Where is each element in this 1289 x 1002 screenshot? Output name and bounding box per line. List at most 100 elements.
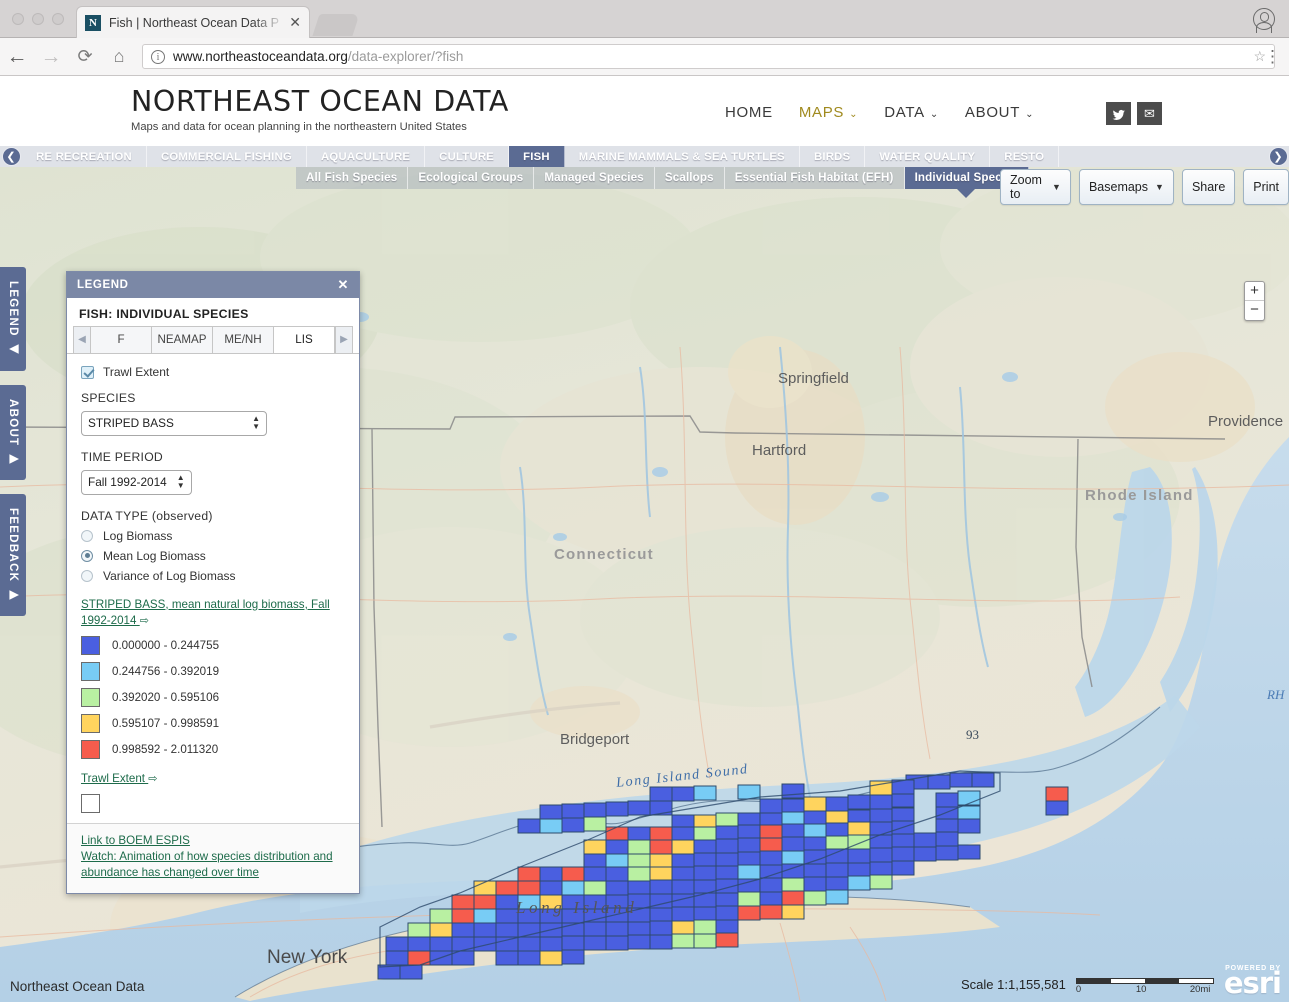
subnav-item-ecological-groups[interactable]: Ecological Groups [408, 167, 535, 189]
map-zoom-control: + − [1244, 281, 1265, 321]
nav-label: DATA [884, 104, 925, 121]
url-text: www.northeastoceandata.org/data-explorer… [173, 49, 463, 64]
map-viewport[interactable]: Springfield Hartford Providence Rhode Is… [0, 167, 1289, 1002]
zoom-out-button[interactable]: − [1245, 301, 1264, 320]
scale-tick-10: 10 [1135, 984, 1147, 995]
sector-item-marine-mammals[interactable]: MARINE MAMMALS & SEA TURTLES [565, 146, 800, 167]
legend-tab-f[interactable]: F [91, 326, 152, 353]
trawl-extent-link[interactable]: Trawl Extent ⇨ [81, 771, 345, 787]
sector-nav-prev-button[interactable]: ❮ [0, 146, 22, 167]
legend-subtitle: FISH: INDIVIDUAL SPECIES [79, 307, 249, 321]
subnav-item-essential-fish-habitat[interactable]: Essential Fish Habitat (EFH) [724, 167, 905, 189]
print-button[interactable]: Print [1243, 169, 1289, 205]
browser-menu-icon[interactable]: ⋮ [1264, 48, 1281, 65]
address-bar[interactable]: i www.northeastoceandata.org/data-explor… [142, 44, 1275, 69]
sector-item-fish[interactable]: FISH [509, 146, 565, 167]
external-link-icon: ⇨ [139, 614, 149, 627]
window-minimize-dot[interactable] [32, 13, 44, 25]
share-label: Share [1191, 180, 1226, 194]
site-favicon: N [85, 14, 101, 31]
url-domain: www.northeastoceandata.org [173, 49, 348, 64]
page-root: NORTHEAST OCEAN DATA Maps and data for o… [0, 76, 1289, 1002]
esri-wordmark: esri [1223, 966, 1282, 1001]
legend-body: Trawl Extent SPECIES STRIPED BASS ▲ ▼ TIM… [67, 354, 359, 823]
sector-item-culture[interactable]: CULTURE [425, 146, 510, 167]
subnav-item-all-fish-species[interactable]: All Fish Species [296, 167, 409, 189]
profile-icon[interactable] [1253, 8, 1275, 33]
zoom-to-button[interactable]: Zoom to ▼ [1000, 169, 1071, 205]
legend-tab-neamap[interactable]: NEAMAP [152, 326, 213, 353]
brand[interactable]: NORTHEAST OCEAN DATA Maps and data for o… [131, 85, 509, 133]
share-button[interactable]: Share [1181, 169, 1236, 205]
radio-icon[interactable] [81, 549, 93, 562]
legend-tabs-prev-button[interactable]: ◀ [73, 326, 91, 353]
legend-ramp: 0.000000 - 0.244755 0.244756 - 0.392019 … [81, 635, 345, 759]
trawl-extent-checkbox[interactable] [81, 365, 94, 379]
nav-item-data[interactable]: DATA ⌄ [884, 104, 939, 121]
esri-logo: POWERED BY esri [1223, 965, 1282, 1001]
side-tab-feedback[interactable]: FEEDBACK ▶ [0, 493, 26, 616]
info-icon[interactable]: i [151, 49, 165, 64]
sector-item-birds[interactable]: BIRDS [800, 146, 866, 167]
legend-tabs-next-button[interactable]: ▶ [335, 326, 353, 353]
primary-nav: HOME MAPS ⌄ DATA ⌄ ABOUT ⌄ [725, 104, 1034, 121]
triangle-icon: ▶ [7, 450, 19, 466]
sector-nav-next-button[interactable]: ❯ [1267, 146, 1289, 167]
twitter-icon[interactable] [1106, 102, 1131, 125]
time-period-select-value: Fall 1992-2014 [88, 475, 167, 490]
legend-swatch [81, 687, 100, 707]
spinner-icon: ▲ ▼ [252, 414, 260, 432]
radio-icon[interactable] [81, 529, 93, 542]
species-select[interactable]: STRIPED BASS ▲ ▼ [81, 411, 267, 436]
data-type-option-mean-log-biomass[interactable]: Mean Log Biomass [81, 549, 345, 563]
trawl-extent-link-text: Trawl Extent [81, 771, 145, 785]
boem-espis-link[interactable]: Link to BOEM ESPIS [81, 833, 345, 849]
triangle-icon: ◀ [7, 341, 19, 357]
radio-icon[interactable] [81, 569, 93, 582]
zoom-in-button[interactable]: + [1245, 282, 1264, 301]
forward-icon[interactable]: → [34, 45, 68, 69]
legend-tab-lis[interactable]: LIS [274, 326, 335, 353]
window-controls[interactable] [12, 13, 64, 25]
nav-item-about[interactable]: ABOUT ⌄ [965, 104, 1034, 121]
chevron-left-icon: ❮ [1, 147, 21, 166]
nav-item-home[interactable]: HOME [725, 104, 773, 121]
animation-watch-link[interactable]: Watch: Animation of how species distribu… [81, 849, 345, 881]
legend-swatch-label: 0.998592 - 2.011320 [112, 742, 219, 756]
side-tab-label: LEGEND [7, 281, 19, 337]
close-icon[interactable]: ✕ [289, 14, 301, 31]
legend-swatch [81, 661, 100, 681]
reload-icon[interactable]: ⟳ [68, 46, 102, 67]
home-icon[interactable]: ⌂ [102, 46, 136, 67]
trawl-extent-checkbox-row[interactable]: Trawl Extent [81, 365, 345, 379]
chevron-down-icon: ▼ [1155, 182, 1164, 192]
data-type-option-label: Log Biomass [103, 528, 173, 543]
basemaps-button[interactable]: Basemaps ▼ [1078, 169, 1174, 205]
data-type-option-variance-of-log-biomass[interactable]: Variance of Log Biomass [81, 569, 345, 583]
data-type-option-label: Mean Log Biomass [103, 548, 206, 563]
browser-tab[interactable]: N Fish | Northeast Ocean Data P ✕ [76, 6, 310, 38]
ramp-title-link[interactable]: STRIPED BASS, mean natural log biomass, … [81, 597, 345, 629]
sector-item-commercial-fishing[interactable]: COMMERCIAL FISHING [147, 146, 308, 167]
nav-item-maps[interactable]: MAPS ⌄ [799, 104, 858, 121]
sector-item-restoration[interactable]: RESTO [990, 146, 1060, 167]
window-close-dot[interactable] [12, 13, 24, 25]
side-tab-about[interactable]: ABOUT ▶ [0, 384, 26, 480]
new-tab-button[interactable] [312, 14, 360, 36]
sub-nav: All Fish Species Ecological Groups Manag… [0, 167, 1289, 205]
time-period-select[interactable]: Fall 1992-2014 ▲ ▼ [81, 469, 192, 495]
back-icon[interactable]: ← [0, 45, 34, 69]
legend-tab-me-nh[interactable]: ME/NH [213, 326, 274, 353]
side-tab-legend[interactable]: LEGEND ◀ [0, 267, 26, 371]
email-icon[interactable]: ✉ [1137, 102, 1162, 125]
subnav-item-managed-species[interactable]: Managed Species [534, 167, 655, 189]
sector-item-aquaculture[interactable]: AQUACULTURE [307, 146, 426, 167]
close-icon[interactable]: ✕ [338, 277, 350, 293]
data-type-option-log-biomass[interactable]: Log Biomass [81, 529, 345, 543]
zoom-to-label: Zoom to [1010, 173, 1042, 201]
sector-item-recreation[interactable]: RE RECREATION [22, 146, 147, 167]
window-maximize-dot[interactable] [52, 13, 64, 25]
subnav-item-scallops[interactable]: Scallops [654, 167, 725, 189]
sector-item-water-quality[interactable]: WATER QUALITY [865, 146, 991, 167]
sector-nav-items: RE RECREATION COMMERCIAL FISHING AQUACUL… [22, 146, 1267, 167]
